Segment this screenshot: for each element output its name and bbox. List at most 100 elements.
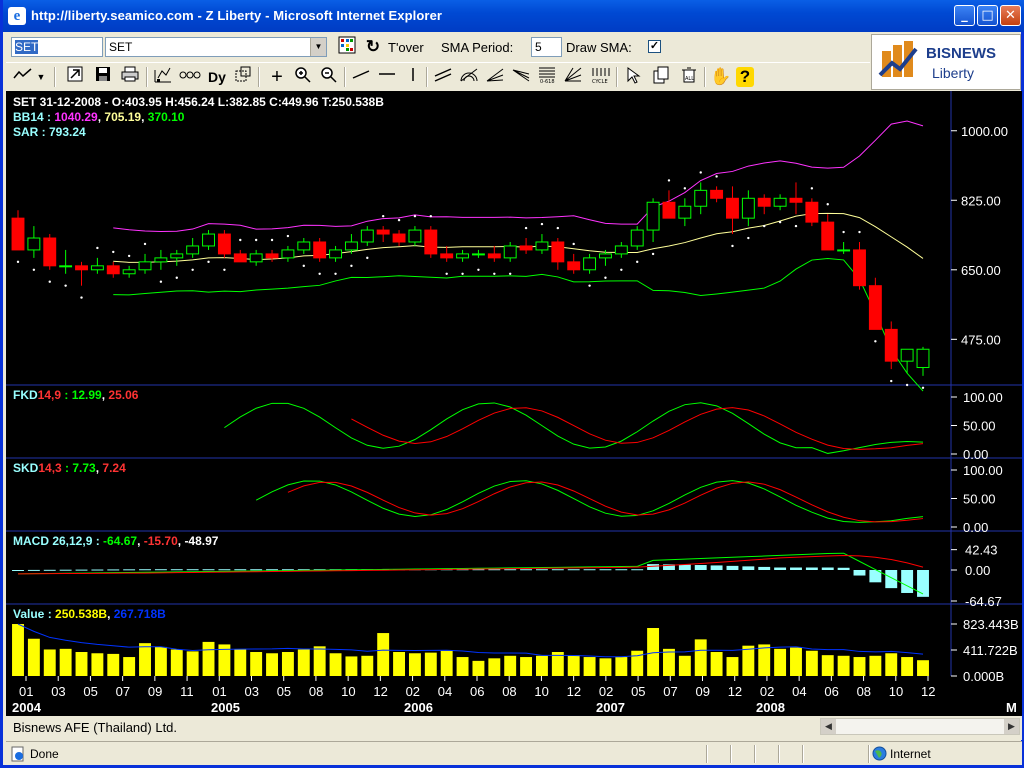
status-separator — [778, 745, 780, 763]
volume-bar — [202, 641, 215, 676]
cycle-icon[interactable]: CYCLE — [590, 66, 612, 88]
macd-histogram-bar — [758, 566, 771, 570]
pan-hand-icon[interactable]: ✋ — [710, 66, 732, 88]
fan-icon[interactable] — [484, 66, 506, 88]
candle-body — [90, 265, 104, 271]
toolbar-separator — [344, 67, 346, 87]
sar-dot — [254, 238, 258, 242]
candle-body — [503, 245, 517, 259]
candle-body — [710, 189, 724, 199]
price-axis-label: 475.00 — [961, 332, 1001, 347]
toolbar-separator — [616, 67, 618, 87]
volume-bar — [281, 652, 294, 676]
candle-body — [281, 249, 295, 259]
stock-chart-svg[interactable]: 1000.00825.00650.00475.00100.0050.000.00… — [6, 91, 1022, 716]
volume-bar — [917, 660, 929, 676]
sar-dot — [350, 264, 353, 268]
volume-axis-label: 0.000B — [963, 669, 1004, 684]
volume-bar — [266, 653, 278, 676]
skd-k-line — [255, 480, 924, 523]
turnover-label[interactable]: T'over — [388, 40, 424, 55]
volume-bar — [329, 653, 342, 676]
scroll-right-icon[interactable]: ▶ — [1004, 719, 1019, 734]
print-icon[interactable] — [119, 66, 141, 88]
dy-icon[interactable]: Dy — [206, 66, 228, 88]
sma-period-input[interactable]: 5 — [531, 37, 562, 57]
speed-line-icon[interactable] — [510, 66, 532, 88]
refresh-icon[interactable]: ↻ — [362, 36, 384, 58]
help-icon[interactable]: ? — [736, 67, 754, 87]
zoom-out-icon[interactable] — [318, 66, 340, 88]
volume-bar — [361, 655, 374, 676]
drawing-toolbar: ▼ Dy + 0-618 CYCLE ALL ✋ ? — [6, 62, 870, 91]
symbol-input[interactable]: SET — [11, 37, 103, 57]
resize-icon[interactable] — [232, 66, 254, 88]
candle-body — [408, 229, 422, 243]
delete-all-icon[interactable]: ALL — [678, 66, 700, 88]
vertical-line-icon[interactable] — [402, 66, 424, 88]
scroll-left-icon[interactable]: ◀ — [821, 719, 836, 734]
copy-icon[interactable] — [650, 66, 672, 88]
bb-label-row: BB14 : 1040.29, 705.19, 370.10 — [13, 110, 185, 124]
indicator-icon[interactable] — [152, 66, 174, 88]
sar-dot — [429, 214, 433, 218]
close-button[interactable]: ✕ — [1000, 5, 1021, 26]
macd-histogram-bar — [107, 569, 120, 571]
zoom-in-icon[interactable] — [292, 66, 314, 88]
maximize-button[interactable]: □ — [977, 5, 998, 26]
sar-dot — [524, 226, 528, 230]
candle-body — [154, 257, 168, 263]
macd-axis-label: 42.43 — [965, 543, 998, 558]
sar-dot — [32, 268, 36, 271]
fibonacci-arc-icon[interactable] — [458, 66, 480, 88]
month-label: 08 — [502, 684, 516, 699]
parallel-lines-icon[interactable] — [432, 66, 454, 88]
chevron-down-icon[interactable]: ▼ — [310, 38, 326, 56]
compare-icon[interactable] — [179, 66, 201, 88]
ie-logo-icon: e — [8, 7, 26, 25]
open-icon[interactable] — [64, 66, 86, 88]
volume-bar — [91, 653, 104, 676]
chart-area[interactable]: 1000.00 825.00 650.00 475.00 100.00 50.00 0.00… — [6, 91, 1022, 716]
macd-signal-line — [17, 554, 924, 575]
save-icon[interactable] — [92, 66, 114, 88]
volume-bar — [186, 651, 199, 676]
candle-body — [678, 205, 692, 219]
skd-label-row: SKD14,3 : 7.73, 7.24 — [13, 461, 126, 475]
month-label: 08 — [857, 684, 871, 699]
sar-dot — [620, 268, 623, 271]
select-icon[interactable] — [622, 66, 644, 88]
period-marker: M — [1006, 700, 1017, 715]
trendline-icon[interactable] — [350, 66, 372, 88]
crosshair-icon[interactable]: + — [266, 66, 288, 88]
fibonacci-retracement-icon[interactable]: 0-618 — [536, 66, 558, 88]
candle-body — [900, 348, 914, 362]
month-label: 08 — [309, 684, 323, 699]
sar-dot — [699, 171, 702, 174]
volume-bar — [12, 624, 24, 676]
horizontal-scrollbar[interactable]: ◀ ▶ — [820, 718, 1020, 735]
minimize-button[interactable]: _ — [954, 5, 975, 26]
sar-dot — [223, 268, 226, 271]
sar-dot — [239, 238, 242, 242]
volume-bar — [345, 656, 358, 676]
volume-bar — [726, 657, 739, 676]
grid-icon[interactable] — [336, 36, 358, 58]
symbol-select[interactable]: SET ▼ — [105, 37, 327, 57]
candle-body — [43, 237, 57, 267]
svg-text:0-618: 0-618 — [540, 79, 555, 84]
month-label: 09 — [148, 684, 162, 699]
dropdown-arrow-icon[interactable]: ▼ — [34, 66, 48, 88]
volume-bar — [790, 647, 802, 676]
volume-bar — [488, 658, 501, 676]
month-label: 10 — [341, 684, 355, 699]
gann-icon[interactable] — [562, 66, 584, 88]
horizontal-line-icon[interactable] — [376, 66, 398, 88]
draw-sma-checkbox[interactable]: ✓ — [648, 40, 661, 53]
title-bar[interactable]: e http://liberty.seamico.com - Z Liberty… — [3, 0, 1024, 32]
line-chart-icon[interactable] — [12, 66, 34, 88]
month-label: 01 — [19, 684, 33, 699]
month-label: 01 — [212, 684, 226, 699]
volume-bar — [583, 657, 596, 676]
volume-bar — [615, 657, 628, 676]
